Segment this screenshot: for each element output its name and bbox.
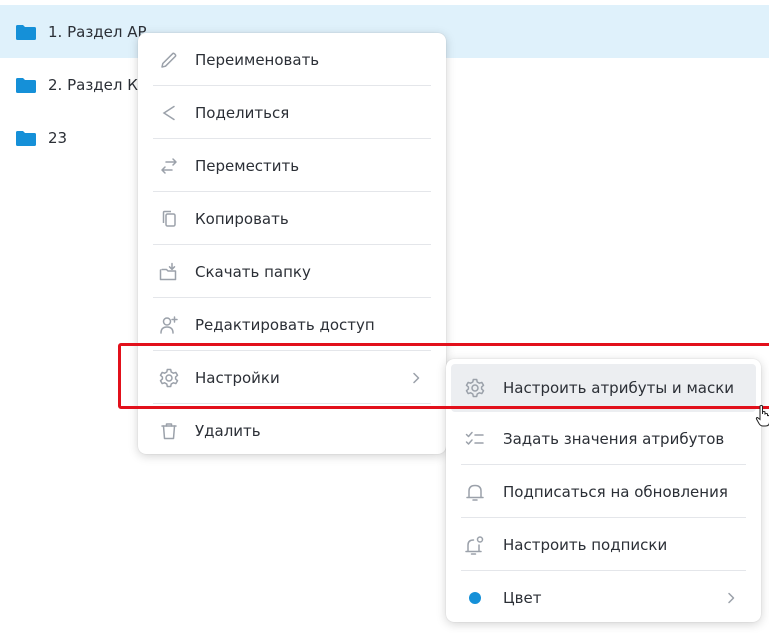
submenu-item-subscribe[interactable]: Подписаться на обновления <box>446 465 761 518</box>
menu-item-delete[interactable]: Удалить <box>138 404 446 457</box>
menu-item-label: Настройки <box>195 368 280 387</box>
hand-cursor-icon <box>755 404 769 428</box>
gear-icon <box>464 377 486 399</box>
folder-icon <box>15 23 37 41</box>
menu-item-label: Переименовать <box>195 50 320 69</box>
menu-item-label: Копировать <box>195 209 289 228</box>
menu-item-label: Задать значения атрибутов <box>503 429 725 448</box>
submenu-item-set-attribute-values[interactable]: Задать значения атрибутов <box>446 412 761 465</box>
bell-gear-icon <box>464 534 486 556</box>
folder-label: 1. Раздел АР <box>48 22 147 41</box>
menu-item-label: Цвет <box>503 588 542 607</box>
submenu-item-configure-attributes[interactable]: Настроить атрибуты и маски <box>451 364 756 412</box>
menu-item-settings[interactable]: Настройки <box>138 351 446 404</box>
chevron-right-icon <box>410 372 422 384</box>
download-folder-icon <box>158 261 180 283</box>
submenu-item-configure-subscriptions[interactable]: Настроить подписки <box>446 518 761 571</box>
folder-icon <box>15 76 37 94</box>
menu-item-label: Редактировать доступ <box>195 315 375 334</box>
chevron-right-icon <box>725 592 737 604</box>
menu-item-label: Скачать папку <box>195 262 311 281</box>
share-icon <box>158 102 180 124</box>
user-plus-icon <box>158 314 180 336</box>
folder-icon <box>15 129 37 147</box>
menu-item-label: Удалить <box>195 421 261 440</box>
pencil-icon <box>158 49 180 71</box>
copy-icon <box>158 208 180 230</box>
menu-item-label: Подписаться на обновления <box>503 482 728 501</box>
color-dot-icon <box>464 587 486 609</box>
menu-item-label: Переместить <box>195 156 300 175</box>
menu-item-rename[interactable]: Переименовать <box>138 33 446 86</box>
menu-item-share[interactable]: Поделиться <box>138 86 446 139</box>
menu-item-edit-access[interactable]: Редактировать доступ <box>138 298 446 351</box>
submenu-item-color[interactable]: Цвет <box>446 571 761 624</box>
menu-item-label: Поделиться <box>195 103 290 122</box>
bell-icon <box>464 481 486 503</box>
menu-item-label: Настроить атрибуты и маски <box>503 379 735 397</box>
context-menu: Переименовать Поделиться Переместить Коп… <box>138 33 446 454</box>
menu-item-download-folder[interactable]: Скачать папку <box>138 245 446 298</box>
checklist-icon <box>464 428 486 450</box>
trash-icon <box>158 420 180 442</box>
menu-item-move[interactable]: Переместить <box>138 139 446 192</box>
move-arrows-icon <box>158 155 180 177</box>
menu-item-copy[interactable]: Копировать <box>138 192 446 245</box>
menu-item-label: Настроить подписки <box>503 535 668 554</box>
folder-label: 23 <box>48 128 68 147</box>
settings-submenu: Настроить атрибуты и маски Задать значен… <box>446 359 761 622</box>
gear-icon <box>158 367 180 389</box>
page: 1. Раздел АР 2. Раздел КЖ 23 Переименова… <box>0 0 769 633</box>
